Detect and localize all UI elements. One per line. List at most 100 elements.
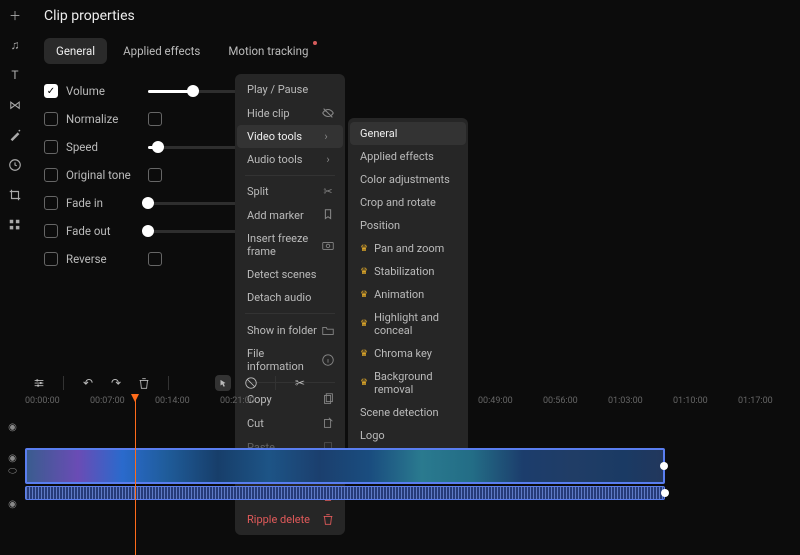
timecode: 01:03:00 (608, 396, 643, 406)
trash-icon[interactable] (136, 375, 152, 391)
marker-icon (321, 208, 335, 222)
link-icon[interactable]: ⋈ (6, 96, 24, 114)
volume-slider[interactable] (148, 90, 248, 93)
grid-icon[interactable] (6, 216, 24, 234)
timeline-tracks (25, 418, 798, 500)
music-icon[interactable]: ♫ (6, 36, 24, 54)
eye-off-icon (321, 106, 335, 120)
original-tone-label: Original tone (66, 168, 140, 182)
indicator-dot (313, 41, 317, 45)
reverse-checkbox[interactable] (44, 252, 58, 266)
scissors-icon[interactable]: ✂ (292, 375, 308, 391)
normalize-box[interactable] (148, 112, 162, 126)
redo-icon[interactable]: ↷ (108, 375, 124, 391)
crown-icon: ♛ (360, 267, 368, 277)
normalize-checkbox[interactable] (44, 112, 58, 126)
timecode: 00:56:00 (543, 396, 578, 406)
chevron-right-icon: › (319, 130, 333, 143)
menu-video-tools[interactable]: Video tools› (237, 125, 343, 148)
settings-icon[interactable] (31, 375, 47, 391)
track-visibility-1[interactable]: ◉ (0, 418, 25, 436)
speed-slider[interactable] (148, 146, 248, 149)
submenu-color-adjustments[interactable]: Color adjustments (348, 168, 468, 191)
audio-clip[interactable] (25, 486, 665, 500)
submenu-pan-zoom[interactable]: ♛Pan and zoom (348, 237, 468, 260)
menu-split[interactable]: Split✂ (235, 180, 345, 203)
tab-applied-effects[interactable]: Applied effects (111, 38, 212, 64)
timecode: 00:00:00 (25, 396, 60, 406)
timecode: 00:49:00 (478, 396, 513, 406)
menu-insert-freeze[interactable]: Insert freeze frame (235, 227, 345, 263)
submenu-general[interactable]: General (350, 122, 466, 145)
menu-detach-audio[interactable]: Detach audio (235, 286, 345, 309)
trash-icon (321, 512, 335, 526)
info-icon (321, 353, 335, 367)
separator (275, 376, 276, 390)
fade-in-slider[interactable] (148, 202, 248, 205)
time-icon[interactable] (6, 156, 24, 174)
timecode: 01:17:00 (738, 396, 773, 406)
pointer-icon[interactable] (215, 375, 231, 391)
submenu-applied-effects[interactable]: Applied effects (348, 145, 468, 168)
text-icon[interactable]: T (6, 66, 24, 84)
original-tone-checkbox[interactable] (44, 168, 58, 182)
speed-label: Speed (66, 140, 140, 154)
original-tone-box[interactable] (148, 168, 162, 182)
submenu-position[interactable]: Position (348, 214, 468, 237)
timecode: 00:07:00 (90, 396, 125, 406)
disable-icon[interactable] (243, 375, 259, 391)
video-clip[interactable] (25, 448, 665, 484)
timeline-toolbar: ↶ ↷ ✂ (25, 373, 798, 393)
folder-icon (321, 323, 335, 337)
eye-icon: ◉ (8, 422, 17, 433)
menu-audio-tools[interactable]: Audio tools› (235, 148, 345, 171)
crown-icon: ♛ (360, 349, 368, 359)
reverse-label: Reverse (66, 252, 140, 266)
reverse-box[interactable] (148, 252, 162, 266)
menu-show-in-folder[interactable]: Show in folder (235, 318, 345, 342)
fade-out-slider[interactable] (148, 230, 248, 233)
track-visibility-2[interactable]: ◉⬭ (0, 436, 25, 494)
magic-icon[interactable] (6, 126, 24, 144)
volume-checkbox[interactable] (44, 84, 58, 98)
camera-icon (321, 238, 335, 252)
playhead[interactable] (135, 396, 136, 555)
track-visibility-3[interactable]: ◉ (0, 494, 25, 514)
panel-title: Clip properties (44, 8, 786, 24)
add-icon[interactable]: ＋ (6, 6, 24, 24)
submenu-crop-rotate[interactable]: Crop and rotate (348, 191, 468, 214)
speed-checkbox[interactable] (44, 140, 58, 154)
timeline-ruler[interactable]: 00:00:00 00:07:00 00:14:00 00:21:00 00:4… (25, 396, 800, 416)
menu-detect-scenes[interactable]: Detect scenes (235, 263, 345, 286)
normalize-label: Normalize (66, 112, 140, 126)
volume-label: Volume (66, 84, 140, 98)
eye-icon: ◉ (8, 453, 17, 464)
crop-icon[interactable] (6, 186, 24, 204)
tab-motion-tracking[interactable]: Motion tracking (216, 38, 320, 64)
prop-volume: Volume (44, 84, 786, 98)
crown-icon: ♛ (360, 244, 368, 254)
fade-in-label: Fade in (66, 196, 140, 210)
timecode: 00:21:00 (220, 396, 255, 406)
crown-icon: ♛ (360, 319, 368, 329)
eye-icon: ◉ (8, 499, 17, 510)
timecode: 01:10:00 (673, 396, 708, 406)
separator (168, 376, 169, 390)
fade-in-checkbox[interactable] (44, 196, 58, 210)
tab-general[interactable]: General (44, 38, 107, 64)
menu-ripple-delete[interactable]: Ripple delete (235, 507, 345, 531)
submenu-stabilization[interactable]: ♛Stabilization (348, 260, 468, 283)
submenu-animation[interactable]: ♛Animation (348, 283, 468, 306)
menu-play-pause[interactable]: Play / Pause (235, 78, 345, 101)
menu-hide-clip[interactable]: Hide clip (235, 101, 345, 125)
fade-out-checkbox[interactable] (44, 224, 58, 238)
submenu-chroma-key[interactable]: ♛Chroma key (348, 342, 468, 365)
chevron-right-icon: › (321, 153, 335, 166)
separator (245, 313, 335, 314)
menu-add-marker[interactable]: Add marker (235, 203, 345, 227)
undo-icon[interactable]: ↶ (80, 375, 96, 391)
crown-icon: ♛ (360, 290, 368, 300)
link-icon: ⬭ (8, 466, 17, 477)
timecode: 00:14:00 (155, 396, 190, 406)
submenu-highlight-conceal[interactable]: ♛Highlight and conceal (348, 306, 468, 342)
